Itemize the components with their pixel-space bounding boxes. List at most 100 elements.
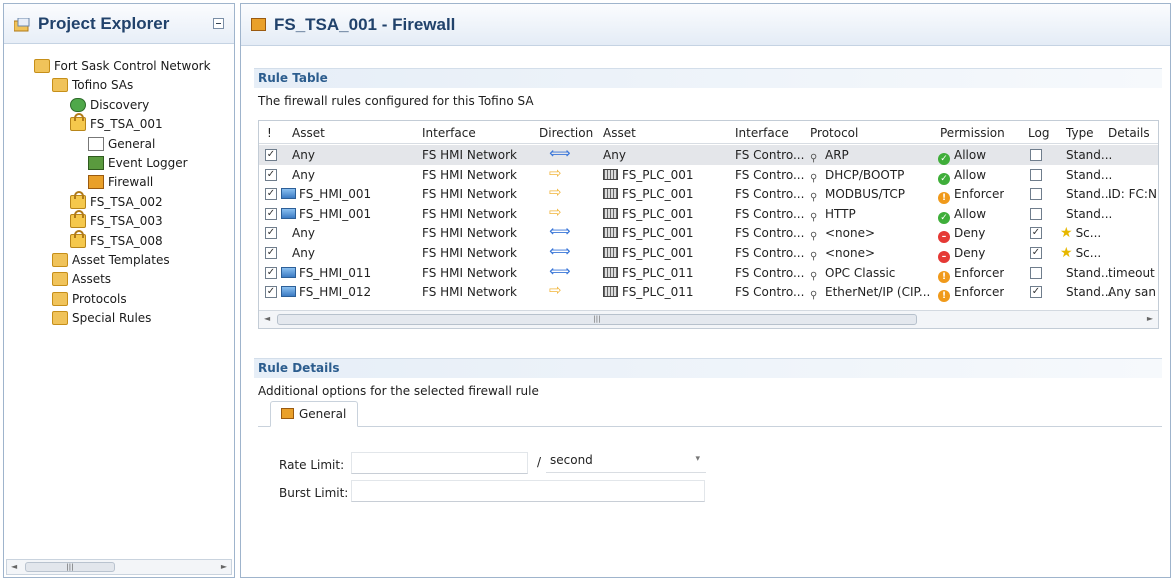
scroll-right-icon[interactable]: ►: [221, 562, 227, 571]
tree-item-firewall[interactable]: Firewall: [88, 172, 153, 192]
explorer-horizontal-scrollbar[interactable]: ◄ ||| ►: [6, 559, 232, 575]
protocol-icon: ⚲: [810, 251, 818, 262]
column-header[interactable]: Details: [1108, 126, 1150, 140]
column-header[interactable]: Protocol: [810, 126, 858, 140]
type-label: Sc...: [1075, 226, 1102, 241]
collapse-all-icon[interactable]: [213, 18, 224, 29]
table-row[interactable]: ✓ Any FS HMI Network ⟺ FS_PLC_001 FS Contro..…: [259, 223, 1158, 244]
tree-item-fs-tsa-002[interactable]: FS_TSA_002: [70, 190, 163, 212]
log-checkbox[interactable]: [1030, 188, 1042, 201]
log-checkbox[interactable]: [1030, 149, 1042, 161]
folder-icon: [52, 253, 68, 267]
type-label: Stand...: [1066, 206, 1113, 221]
rule-enabled-checkbox[interactable]: ✓: [265, 168, 277, 181]
tree-item-fort-sask-control-network[interactable]: Fort Sask Control Network: [34, 56, 211, 76]
column-header[interactable]: Log: [1028, 126, 1049, 140]
type-label: Stand...: [1066, 167, 1113, 182]
column-header[interactable]: Permission: [940, 126, 1005, 140]
scroll-left-icon[interactable]: ◄: [264, 314, 270, 323]
deny-icon: –: [938, 251, 950, 263]
allow-icon: ✓: [938, 211, 950, 224]
protocol-icon: ⚲: [810, 290, 818, 302]
column-header[interactable]: Interface: [422, 126, 476, 140]
dropdown-arrow-icon[interactable]: ▾: [695, 454, 700, 464]
scroll-right-icon[interactable]: ►: [1147, 314, 1153, 323]
protocol-cell: ⚲ HTTP: [810, 207, 938, 224]
source-asset-label: Any: [292, 246, 315, 260]
permission-cell: ✓ Allow: [938, 168, 986, 185]
protocol-label: <none>: [825, 246, 876, 260]
scrollbar-thumb[interactable]: |||: [277, 314, 917, 325]
tree-item-special-rules[interactable]: Special Rules: [52, 308, 151, 328]
tree-item-fs-tsa-001[interactable]: FS_TSA_001: [70, 113, 163, 134]
table-row[interactable]: ✓ FS_HMI_001 FS HMI Network ⇨ FS_PLC_001 FS C…: [259, 184, 1158, 205]
column-header[interactable]: Type: [1066, 126, 1094, 140]
column-header[interactable]: Asset: [292, 126, 325, 140]
editor-header: FS_TSA_001 - Firewall: [241, 4, 1170, 46]
protocol-cell: ⚲ ARP: [810, 148, 938, 165]
column-header[interactable]: Interface: [735, 126, 789, 140]
rule-enabled-checkbox[interactable]: ✓: [265, 188, 277, 201]
table-horizontal-scrollbar[interactable]: ◄ ||| ►: [259, 310, 1158, 328]
log-checkbox[interactable]: [1030, 168, 1042, 181]
rule-enabled-checkbox[interactable]: ✓: [265, 207, 277, 220]
source-interface-cell: FS HMI Network: [422, 285, 517, 300]
protocol-cell: ⚲ EtherNet/IP (CIP...: [810, 285, 938, 302]
table-row[interactable]: ✓ Any FS HMI Network ⇨ FS_PLC_001 FS Contro..…: [259, 165, 1158, 185]
tree-item-label: General: [108, 136, 156, 151]
table-row[interactable]: ✓ FS_HMI_012 FS HMI Network ⇨ FS_PLC_011 FS C…: [259, 282, 1158, 303]
source-interface-cell: FS HMI Network: [422, 187, 517, 202]
table-row[interactable]: ✓ Any FS HMI Network ⟺ FS_PLC_001 FS Contro..…: [259, 243, 1158, 263]
rule-table-section-title[interactable]: Rule Table: [254, 68, 1162, 88]
rate-limit-input[interactable]: [351, 452, 528, 474]
rule-enabled-checkbox[interactable]: ✓: [265, 247, 277, 259]
rule-enabled-checkbox[interactable]: ✓: [265, 266, 277, 279]
column-header[interactable]: Direction: [539, 126, 593, 140]
column-header[interactable]: Asset: [603, 126, 636, 140]
log-checkbox[interactable]: ✓: [1030, 286, 1042, 299]
bidirectional-arrow-icon: ⟺: [549, 264, 571, 278]
folder-icon: [52, 272, 68, 287]
rule-table[interactable]: ! Asset Interface Direction Asset Interface Pr…: [258, 120, 1159, 329]
protocol-cell: ⚲ MODBUS/TCP: [810, 187, 938, 204]
network-folder-icon: [34, 59, 50, 73]
log-checkbox[interactable]: [1030, 207, 1042, 220]
tree-item-asset-templates[interactable]: Asset Templates: [52, 250, 170, 270]
details-tabs: General: [258, 401, 1162, 427]
rule-details-section-title[interactable]: Rule Details: [254, 358, 1162, 378]
source-asset-cell: Any: [292, 226, 430, 240]
destination-interface-cell: FS Contro...: [735, 206, 805, 221]
column-header[interactable]: !: [267, 126, 272, 140]
details-cell: Any san: [1108, 285, 1156, 300]
table-row[interactable]: ✓ FS_HMI_011 FS HMI Network ⟺ FS_PLC_011 FS C…: [259, 263, 1158, 283]
tree-item-event-logger[interactable]: Event Logger: [88, 153, 188, 173]
rule-enabled-checkbox[interactable]: ✓: [265, 227, 277, 240]
log-checkbox[interactable]: ✓: [1030, 247, 1042, 259]
scroll-left-icon[interactable]: ◄: [11, 562, 17, 571]
burst-limit-input[interactable]: [351, 480, 705, 502]
rule-enabled-checkbox[interactable]: ✓: [265, 149, 277, 161]
rate-unit-select[interactable]: second ▾: [546, 451, 706, 473]
source-asset-cell: FS_HMI_001: [281, 207, 419, 221]
tree-item-fs-tsa-003[interactable]: FS_TSA_003: [70, 210, 163, 231]
type-label: Stand...: [1066, 265, 1113, 280]
tree-item-general[interactable]: General: [88, 134, 155, 154]
protocol-icon: ⚲: [810, 172, 818, 184]
table-row[interactable]: ✓ FS_HMI_001 FS HMI Network ⇨ FS_PLC_001 FS C…: [259, 204, 1158, 224]
tree-item-fs-tsa-008[interactable]: FS_TSA_008: [70, 229, 163, 251]
table-row[interactable]: ✓ Any FS HMI Network ⟺ Any FS Contro... ⚲ ARP ✓ A…: [259, 145, 1158, 165]
tree-item-assets[interactable]: Assets: [52, 269, 111, 289]
tree-item-tofino-sas[interactable]: Tofino SAs: [52, 75, 133, 95]
log-checkbox[interactable]: [1030, 266, 1042, 279]
log-checkbox[interactable]: ✓: [1030, 227, 1042, 240]
destination-asset-label: FS_PLC_001: [622, 226, 694, 241]
tree-item-discovery[interactable]: Discovery: [70, 95, 149, 115]
scrollbar-thumb[interactable]: |||: [25, 562, 115, 572]
tree-item-protocols[interactable]: Protocols: [52, 289, 127, 309]
source-asset-label: Any: [292, 167, 315, 182]
computer-icon: [281, 286, 296, 298]
plc-icon: [603, 266, 618, 278]
permission-label: Deny: [954, 226, 986, 241]
tab-general[interactable]: General: [270, 401, 358, 427]
rule-enabled-checkbox[interactable]: ✓: [265, 286, 277, 299]
